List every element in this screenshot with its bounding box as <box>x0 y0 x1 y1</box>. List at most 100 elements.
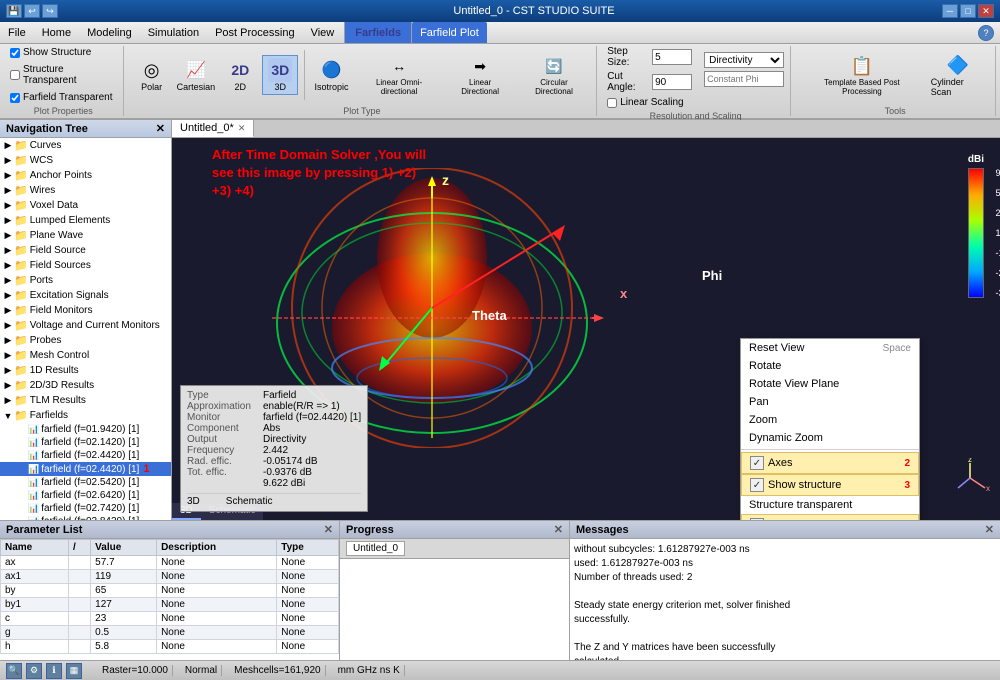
tab-close-btn[interactable]: ✕ <box>238 123 246 134</box>
tree-item[interactable]: ▶📁Excitation Signals <box>0 288 171 303</box>
tree-item[interactable]: ▶📁Field Sources <box>0 258 171 273</box>
tree-item[interactable]: 📊farfield (f=01.9420) [1] <box>0 423 171 436</box>
ctx-structure-transparent[interactable]: Structure transparent <box>741 496 919 514</box>
tree-item[interactable]: 📊farfield (f=02.8420) [1] <box>0 515 171 520</box>
ctx-rotate-view-plane[interactable]: Rotate View Plane <box>741 375 919 393</box>
ctx-zoom[interactable]: Zoom <box>741 411 919 429</box>
col-type: Type <box>277 540 339 556</box>
show-structure-checkbox[interactable] <box>10 48 20 58</box>
content-tab-untitled[interactable]: Untitled_0* ✕ <box>172 120 254 137</box>
tree-item[interactable]: ▶📁WCS <box>0 153 171 168</box>
menu-simulation[interactable]: Simulation <box>140 22 207 43</box>
table-row[interactable]: c23NoneNone <box>1 612 339 626</box>
tree-item[interactable]: ▶📁Voxel Data <box>0 198 171 213</box>
tree-item[interactable]: 📊farfield (f=02.4420) [1] <box>0 449 171 462</box>
info-icon[interactable]: ℹ <box>46 663 62 679</box>
tree-item[interactable]: 📊farfield (f=02.6420) [1] <box>0 489 171 502</box>
messages-content[interactable]: without subcycles: 1.61287927e-003 nsuse… <box>570 539 1000 660</box>
cylinder-scan-btn[interactable]: 🔷 Cylinder Scan <box>927 51 989 99</box>
tree-item[interactable]: ▶📁Curves <box>0 138 171 153</box>
menu-file[interactable]: File <box>0 22 34 43</box>
messages-close[interactable]: ✕ <box>985 523 994 536</box>
table-row[interactable]: g0.5NoneNone <box>1 626 339 640</box>
table-row[interactable]: by65NoneNone <box>1 584 339 598</box>
step-size-input[interactable] <box>652 49 692 65</box>
param-table[interactable]: Name / Value Description Type ax57.7None… <box>0 539 339 660</box>
tree-item[interactable]: ▶📁Mesh Control <box>0 348 171 363</box>
tree-item[interactable]: ▶📁Lumped Elements <box>0 213 171 228</box>
table-row[interactable]: ax57.7NoneNone <box>1 556 339 570</box>
tree-item[interactable]: ▼📁Farfields <box>0 408 171 423</box>
menu-farfield-plot[interactable]: Farfield Plot <box>412 22 487 43</box>
circular-dir-btn[interactable]: 🔄 Circular Directional <box>518 52 590 98</box>
tree-item[interactable]: 📊farfield (f=02.5420) [1] <box>0 476 171 489</box>
tree-item[interactable]: ▶📁2D/3D Results <box>0 378 171 393</box>
table-row[interactable]: by1127NoneNone <box>1 598 339 612</box>
tree-item[interactable]: 📊farfield (f=02.4420) [1]1 <box>0 462 171 476</box>
table-row[interactable]: ax1119NoneNone <box>1 570 339 584</box>
redo-btn[interactable]: ↪ <box>42 4 58 18</box>
cut-angle-input[interactable] <box>652 74 692 90</box>
template-post-btn[interactable]: 📋 Template Based Post Processing <box>801 52 923 98</box>
minimize-btn[interactable]: ─ <box>942 4 958 18</box>
content-area: Untitled_0* ✕ <box>172 120 1000 520</box>
ctx-reset-view[interactable]: Reset View Space <box>741 339 919 357</box>
linear-directional-btn[interactable]: ➡ Linear Directional <box>446 52 513 98</box>
ctx-axes[interactable]: ✓ Axes 2 <box>741 452 919 474</box>
farfield-transparent-checkbox[interactable] <box>10 93 20 103</box>
tree-item[interactable]: ▶📁Anchor Points <box>0 168 171 183</box>
settings-icon[interactable]: ⚙ <box>26 663 42 679</box>
progress-close[interactable]: ✕ <box>554 523 563 536</box>
linear-scaling-checkbox[interactable] <box>607 98 617 108</box>
show-structure-check[interactable]: Show Structure <box>10 46 91 59</box>
tree-item[interactable]: ▶📁Wires <box>0 183 171 198</box>
table-row[interactable]: h5.8NoneNone <box>1 640 339 654</box>
isotropic-btn[interactable]: 🔵 Isotropic <box>311 56 351 94</box>
tree-item[interactable]: ▶📁Field Monitors <box>0 303 171 318</box>
menu-view[interactable]: View <box>303 22 343 43</box>
tree-item[interactable]: ▶📁Plane Wave <box>0 228 171 243</box>
farfield-transparent-check[interactable]: Farfield Transparent <box>10 91 113 104</box>
help-btn[interactable]: ? <box>978 25 994 41</box>
tree-item[interactable]: 📊farfield (f=02.1420) [1] <box>0 436 171 449</box>
undo-btn[interactable]: ↩ <box>24 4 40 18</box>
menu-modeling[interactable]: Modeling <box>79 22 140 43</box>
structure-transparent-checkbox[interactable] <box>10 70 20 80</box>
menu-home[interactable]: Home <box>34 22 79 43</box>
menu-farfield[interactable]: Farfields <box>344 22 412 43</box>
message-line <box>574 585 996 599</box>
quick-access-btn[interactable]: 💾 <box>6 4 22 18</box>
constant-phi-input[interactable] <box>704 71 784 87</box>
tree-item[interactable]: ▶📁TLM Results <box>0 393 171 408</box>
progress-tab[interactable]: Untitled_0 <box>346 541 405 556</box>
polar-btn[interactable]: ◎ Polar <box>134 56 170 94</box>
mesh-icon[interactable]: ▦ <box>66 663 82 679</box>
template-label: Template Based Post Processing <box>805 78 919 96</box>
tree-item[interactable]: ▶📁Ports <box>0 273 171 288</box>
2d-btn[interactable]: 2D 2D <box>222 56 258 94</box>
menu-postprocessing[interactable]: Post Processing <box>207 22 302 43</box>
maximize-btn[interactable]: □ <box>960 4 976 18</box>
tree-item[interactable]: ▶📁Probes <box>0 333 171 348</box>
ctx-rotate[interactable]: Rotate <box>741 357 919 375</box>
3d-viewport[interactable]: z x Theta Phi dBi 9.62 5.41 2.41 1.9 -11… <box>172 138 1000 520</box>
ctx-dynamic-zoom[interactable]: Dynamic Zoom <box>741 429 919 447</box>
ctx-farfield-transparent[interactable]: ✓ Farfield transparent 4 <box>741 514 919 520</box>
ctx-show-structure[interactable]: ✓ Show structure 3 <box>741 474 919 496</box>
tree-item[interactable]: ▶📁Field Source <box>0 243 171 258</box>
tree-item[interactable]: ▶📁1D Results <box>0 363 171 378</box>
close-btn[interactable]: ✕ <box>978 4 994 18</box>
zoom-in-icon[interactable]: 🔍 <box>6 663 22 679</box>
nav-tree-close[interactable]: ✕ <box>156 122 165 135</box>
tree-item[interactable]: 📊farfield (f=02.7420) [1] <box>0 502 171 515</box>
linear-omni-btn[interactable]: ↔ Linear Omni-directional <box>356 52 443 98</box>
ctx-pan[interactable]: Pan <box>741 393 919 411</box>
cartesian-btn[interactable]: 📈 Cartesian <box>174 56 219 94</box>
tree-item[interactable]: ▶📁Voltage and Current Monitors <box>0 318 171 333</box>
3d-btn[interactable]: 3D 3D <box>262 55 298 95</box>
structure-transparent-check[interactable]: Structure Transparent <box>10 63 117 87</box>
param-list-close[interactable]: ✕ <box>324 523 333 536</box>
directivity-select[interactable]: Directivity <box>704 52 784 68</box>
nav-tree-content[interactable]: ▶📁Curves▶📁WCS▶📁Anchor Points▶📁Wires▶📁Vox… <box>0 138 171 520</box>
linear-scaling-check[interactable]: Linear Scaling <box>607 96 683 109</box>
